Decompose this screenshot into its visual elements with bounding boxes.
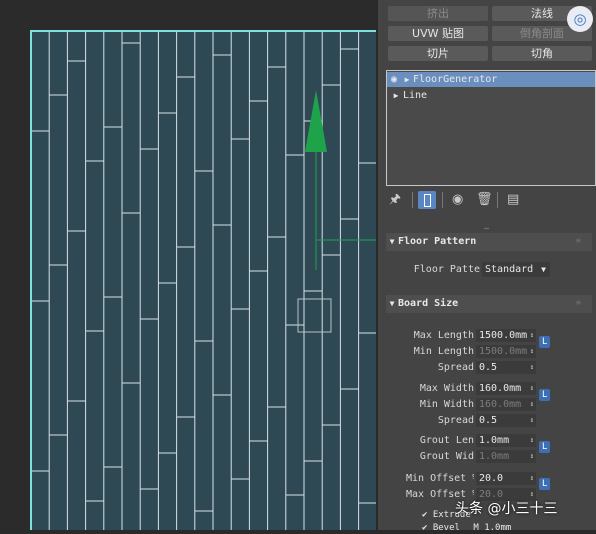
modifier-stack-list[interactable]: ◉ ▶ FloorGenerator ▶ Line [386, 70, 596, 186]
expand-arrow-icon[interactable]: ▶ [389, 88, 403, 103]
spinner-arrows-icon[interactable]: ↕ [530, 434, 534, 447]
checkbox-label: Bevel [432, 523, 460, 533]
spinner-arrows-icon[interactable]: ↕ [530, 361, 534, 374]
stack-item-label: FloorGenerator [413, 74, 498, 85]
bevel-suffix: M [473, 523, 479, 533]
focus-lens-icon[interactable]: ◎ [567, 6, 593, 32]
spinner-value[interactable]: 1500.0mm [479, 346, 527, 357]
floor-pattern-label: Floor Patte [413, 264, 480, 275]
board-row-spinner[interactable]: 160.0mm ↕ [476, 382, 536, 395]
collapse-arrow-icon[interactable]: ▼ [386, 295, 398, 313]
spinner-value[interactable]: 20.0 [479, 473, 503, 484]
spinner-value[interactable]: 0.5 [479, 415, 497, 426]
expand-arrow-icon[interactable]: ▶ [401, 72, 413, 87]
floor-viewport-canvas[interactable] [0, 0, 376, 530]
lock-length-button[interactable]: L [539, 336, 550, 348]
floor-pattern-dropdown[interactable]: Standard ▼ [482, 262, 550, 277]
rollout-floor-pattern[interactable]: ▼ Floor Pattern [386, 233, 592, 251]
stack-item-label: Line [403, 90, 428, 101]
checkbox-icon[interactable]: ✔ [422, 523, 427, 533]
board-row-label: Min Offset % [406, 473, 474, 484]
checkbox-icon[interactable]: ✔ [422, 510, 427, 520]
rollout-grip-icon: ≡ [576, 236, 581, 245]
rollout-board-size[interactable]: ▼ Board Size [386, 295, 592, 313]
watermark-text: 头条 @小三十三 [455, 501, 558, 517]
board-row-label: Grout Len [419, 435, 474, 446]
lock-width-button[interactable]: L [539, 389, 550, 401]
configure-sets-icon[interactable]: ▤ [507, 191, 519, 209]
remove-modifier-icon[interactable]: 🗑 [476, 191, 493, 209]
board-row-label: Min Length [413, 346, 474, 357]
spinner-arrows-icon[interactable]: ↕ [530, 414, 534, 427]
extrude-button-disabled: 挤出 [388, 6, 488, 21]
spinner-arrows-icon[interactable]: ↕ [530, 472, 534, 485]
spinner-arrows-icon[interactable]: ↕ [530, 345, 534, 358]
spinner-arrows-icon[interactable]: ↕ [530, 329, 534, 342]
spinner-value[interactable]: 160.0mm [479, 399, 521, 410]
board-row-spinner[interactable]: 1.0mm ↕ [476, 450, 536, 463]
board-row-label: Grout Wid [419, 451, 474, 462]
spinner-value[interactable]: 1.0mm [479, 435, 509, 446]
board-row-spinner[interactable]: 1.0mm ↕ [476, 434, 536, 447]
board-row-label: Max Width [419, 383, 474, 394]
dropdown-value: Standard [485, 264, 534, 275]
board-row-label: Spread [437, 415, 474, 426]
floor-area [31, 31, 376, 530]
rollout-title: Board Size [398, 298, 459, 309]
spinner-value[interactable]: 0.5 [479, 362, 497, 373]
board-row-spinner[interactable]: 1500.0mm ↕ [476, 329, 536, 342]
spinner-value[interactable]: 1500.0mm [479, 330, 527, 341]
chamfer-button[interactable]: 切角 [492, 46, 592, 61]
board-row-label: Spread [437, 362, 474, 373]
make-unique-icon[interactable]: ◉ [452, 191, 463, 209]
board-row-spinner[interactable]: 20.0 ↕ [476, 472, 536, 485]
spinner-arrows-icon[interactable]: ↕ [530, 382, 534, 395]
pin-icon[interactable]: 🖈 [389, 191, 401, 209]
spinner-value[interactable]: 160.0mm [479, 383, 521, 394]
divider [442, 192, 443, 208]
lock-grout-button[interactable]: L [539, 441, 550, 453]
board-row-spinner[interactable]: 1500.0mm ↕ [476, 345, 536, 358]
rollout-title: Floor Pattern [398, 236, 477, 247]
board-row-label: Max Length [413, 330, 474, 341]
collapse-arrow-icon[interactable]: ▼ [386, 233, 398, 251]
rollout-grip-icon: ≡ [576, 298, 581, 307]
bevel-value[interactable]: 1.0mm [484, 523, 511, 533]
divider [497, 192, 498, 208]
spinner-value[interactable]: 1.0mm [479, 451, 509, 462]
board-row-spinner[interactable]: 0.5 ↕ [476, 361, 536, 374]
chevron-down-icon: ▼ [541, 265, 546, 274]
board-row-spinner[interactable]: 0.5 ↕ [476, 414, 536, 427]
divider [412, 192, 413, 208]
lock-offset-button[interactable]: L [539, 478, 550, 490]
eye-icon[interactable]: ◉ [387, 72, 401, 87]
show-end-result-icon[interactable] [418, 191, 436, 209]
stack-item-floorgenerator[interactable]: ◉ ▶ FloorGenerator [387, 72, 595, 87]
spinner-arrows-icon[interactable]: ↕ [530, 450, 534, 463]
board-row-label: Min Width [419, 399, 474, 410]
slice-button[interactable]: 切片 [388, 46, 488, 61]
bevel-checkbox[interactable]: ✔ Bevel M 1.0mm [422, 522, 511, 534]
uvw-map-button[interactable]: UVW 贴图 [388, 26, 488, 41]
drag-handle[interactable]: ⋯ [484, 224, 489, 233]
viewport[interactable] [0, 0, 376, 530]
board-row-spinner[interactable]: 160.0mm ↕ [476, 398, 536, 411]
stack-item-line[interactable]: ▶ Line [387, 88, 595, 103]
spinner-arrows-icon[interactable]: ↕ [530, 398, 534, 411]
